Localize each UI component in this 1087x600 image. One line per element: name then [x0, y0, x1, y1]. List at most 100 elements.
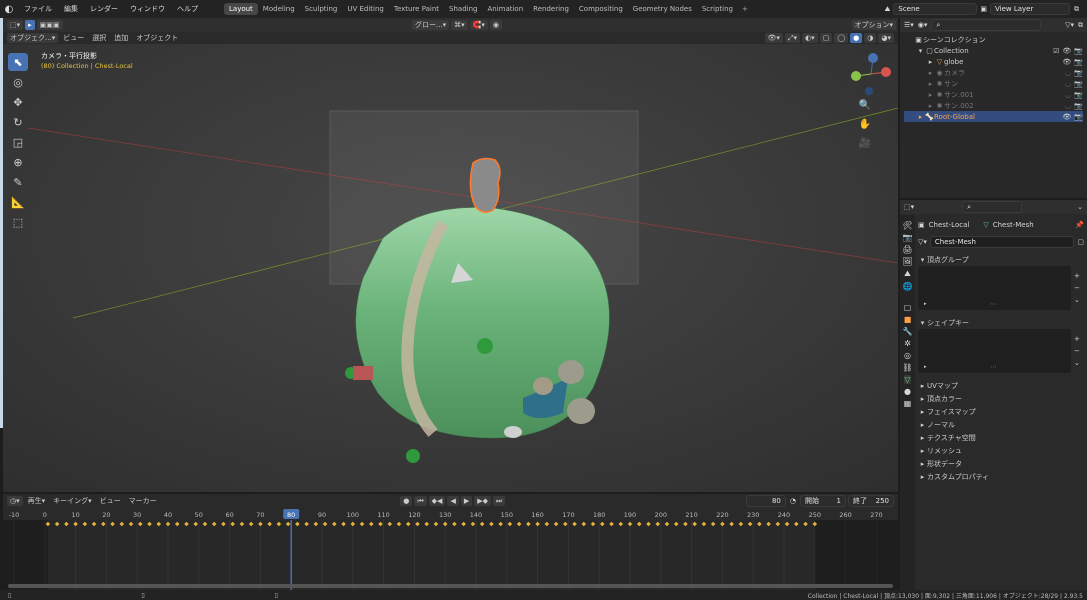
- jump-start-icon[interactable]: ⏮: [414, 496, 427, 506]
- shape-keys-header[interactable]: ▾ シェイプキー: [918, 316, 1084, 329]
- eye-closed-icon[interactable]: ◡: [1065, 102, 1071, 110]
- menu-render[interactable]: レンダー: [84, 4, 124, 14]
- view-layer-tab-icon[interactable]: 🖼: [902, 257, 912, 266]
- view-layer-icon[interactable]: ▣: [980, 5, 987, 13]
- timeline-ruler[interactable]: -10 0 10 20 30 40 50 60 70 80 90 100 110 120 130 140 150…: [3, 508, 898, 520]
- solid-shading-icon[interactable]: ●: [850, 33, 863, 43]
- section-texture-space[interactable]: ▸ テクスチャ空間: [918, 431, 1084, 444]
- play-icon[interactable]: ▶: [460, 496, 473, 506]
- record-icon[interactable]: ●: [400, 496, 413, 506]
- view-layer-field[interactable]: View Layer: [990, 3, 1070, 15]
- clock-icon[interactable]: ◔: [790, 497, 796, 505]
- texture-tab-icon[interactable]: ▦: [904, 399, 912, 408]
- outliner-item-sun-002[interactable]: ▸ ✺ サン.002 ◡ 📷: [904, 100, 1083, 111]
- eye-closed-icon[interactable]: ◡: [1065, 69, 1071, 77]
- next-key-icon[interactable]: ▶◆: [474, 496, 491, 506]
- camera-icon[interactable]: 📷: [1074, 69, 1083, 77]
- blender-logo-icon[interactable]: ◐: [0, 4, 18, 15]
- annotate-tool-icon[interactable]: ✎: [8, 173, 28, 191]
- play-reverse-icon[interactable]: ◀: [447, 496, 459, 506]
- tab-geometry-nodes[interactable]: Geometry Nodes: [628, 3, 697, 15]
- timeline-area[interactable]: [3, 520, 898, 592]
- section-normals[interactable]: ▸ ノーマル: [918, 418, 1084, 431]
- jump-end-icon[interactable]: ⏭: [493, 496, 506, 506]
- vertex-group-menu-icon[interactable]: ⌄: [1074, 296, 1084, 304]
- material-tab-icon[interactable]: ●: [904, 387, 911, 396]
- mesh-name-field[interactable]: Chest-Mesh: [929, 236, 1075, 248]
- section-geometry-data[interactable]: ▸ 形状データ: [918, 457, 1084, 470]
- menu-keying[interactable]: キーイング ▾: [50, 496, 95, 506]
- outliner-item-camera[interactable]: ▸ ◉ カメラ ◡ 📷: [904, 67, 1083, 78]
- shape-key-menu-icon[interactable]: ⌄: [1074, 359, 1084, 367]
- outliner-search-input[interactable]: ⌕: [931, 19, 1042, 31]
- material-shading-icon[interactable]: ◑: [864, 33, 877, 43]
- scene-field[interactable]: Scene: [893, 3, 978, 15]
- eye-closed-icon[interactable]: ◡: [1065, 91, 1071, 99]
- vertex-groups-header[interactable]: ▾ 頂点グループ: [918, 253, 1084, 266]
- add-workspace-button[interactable]: +: [738, 5, 752, 13]
- scene-icon[interactable]: ⛰: [884, 5, 890, 14]
- pan-hand-icon[interactable]: ✋: [858, 117, 872, 131]
- select-mode-icon[interactable]: ▸: [25, 20, 35, 30]
- end-frame-field[interactable]: 終了 250: [848, 495, 894, 507]
- shape-keys-list[interactable]: ▸ ⋯: [918, 329, 1071, 373]
- checkbox-icon[interactable]: ☑: [1053, 47, 1059, 55]
- section-remesh[interactable]: ▸ リメッシュ: [918, 444, 1084, 457]
- options-chevron-icon[interactable]: ⌄: [1077, 203, 1083, 211]
- tab-rendering[interactable]: Rendering: [528, 3, 574, 15]
- 3d-viewport[interactable]: ⬚▾ ▸ ▣▣▣ グロー... ▾ ⌘▾ 🧲▾ ◉ オプション ▾ オブジェク...…: [3, 18, 898, 492]
- output-tab-icon[interactable]: 🖨: [902, 245, 912, 254]
- menu-view-timeline[interactable]: ビュー: [97, 496, 124, 506]
- eye-icon[interactable]: 👁: [1062, 58, 1071, 66]
- eye-icon[interactable]: 👁: [1062, 47, 1071, 55]
- scale-tool-icon[interactable]: ◲: [8, 133, 28, 151]
- gizmo-toggle-icon[interactable]: ⤢▾: [784, 33, 801, 43]
- constraints-tab-icon[interactable]: ⛓: [902, 363, 912, 372]
- display-mode-icon[interactable]: ◉▾: [918, 21, 928, 29]
- fake-user-icon[interactable]: ▢: [1077, 238, 1084, 246]
- prev-key-icon[interactable]: ◆◀: [428, 496, 446, 506]
- section-custom-properties[interactable]: ▸ カスタムプロパティ: [918, 470, 1084, 483]
- pin-icon[interactable]: 📌: [1075, 221, 1084, 229]
- zoom-icon[interactable]: 🔍: [858, 98, 872, 112]
- camera-icon[interactable]: 📷: [1074, 58, 1083, 66]
- camera-icon[interactable]: 📷: [1074, 47, 1083, 55]
- eye-icon[interactable]: 👁: [1062, 113, 1071, 121]
- menu-help[interactable]: ヘルプ: [171, 4, 204, 14]
- eye-closed-icon[interactable]: ◡: [1065, 80, 1071, 88]
- scene-collection-row[interactable]: ▣ シーンコレクション: [904, 34, 1083, 45]
- world-tab-icon[interactable]: 🌐: [903, 282, 913, 291]
- properties-editor-icon[interactable]: ⬚▾: [904, 203, 914, 211]
- outliner-item-root-global[interactable]: ▸ 🦴 Root-Global 👁 📷: [904, 111, 1083, 122]
- move-tool-icon[interactable]: ✥: [8, 93, 28, 111]
- options-button[interactable]: オプション ▾: [851, 20, 897, 30]
- particles-tab-icon[interactable]: ✲: [904, 339, 911, 348]
- timeline-editor-icon[interactable]: ◷▾: [7, 496, 23, 506]
- tab-compositing[interactable]: Compositing: [574, 3, 628, 15]
- collection-tab-icon[interactable]: ▢: [904, 303, 912, 312]
- rotate-tool-icon[interactable]: ↻: [8, 113, 28, 131]
- tab-shading[interactable]: Shading: [444, 3, 482, 15]
- object-tab-icon[interactable]: ■: [904, 315, 912, 324]
- outliner-editor-icon[interactable]: ☰▾: [904, 21, 914, 29]
- collection-row[interactable]: ▾ ▢ Collection ☑ 👁 📷: [904, 45, 1083, 56]
- camera-icon[interactable]: 📷: [1074, 102, 1083, 110]
- menu-window[interactable]: ウィンドウ: [124, 4, 171, 14]
- menu-marker[interactable]: マーカー: [126, 496, 160, 506]
- visibility-icon[interactable]: 👁▾: [764, 33, 783, 43]
- filter-icon[interactable]: ▽▾: [1065, 21, 1074, 29]
- scene-tab-icon[interactable]: ⛰: [904, 269, 911, 279]
- tab-modeling[interactable]: Modeling: [258, 3, 300, 15]
- select-box-icon[interactable]: ▣▣▣: [36, 20, 63, 30]
- tab-texture-paint[interactable]: Texture Paint: [389, 3, 444, 15]
- section-uv-maps[interactable]: ▸ UVマップ: [918, 379, 1084, 392]
- modifier-tab-icon[interactable]: 🔧: [903, 327, 913, 336]
- rendered-shading-icon[interactable]: ◕▾: [878, 33, 894, 43]
- new-view-layer-icon[interactable]: ⧉: [1074, 5, 1079, 14]
- tab-uv-editing[interactable]: UV Editing: [342, 3, 389, 15]
- tab-animation[interactable]: Animation: [482, 3, 528, 15]
- pivot-icon[interactable]: ⌘▾: [451, 20, 468, 30]
- mode-select[interactable]: オブジェク... ▾: [7, 33, 59, 43]
- properties-search-input[interactable]: ⌕: [962, 201, 1023, 213]
- menu-select[interactable]: 選択: [89, 33, 109, 43]
